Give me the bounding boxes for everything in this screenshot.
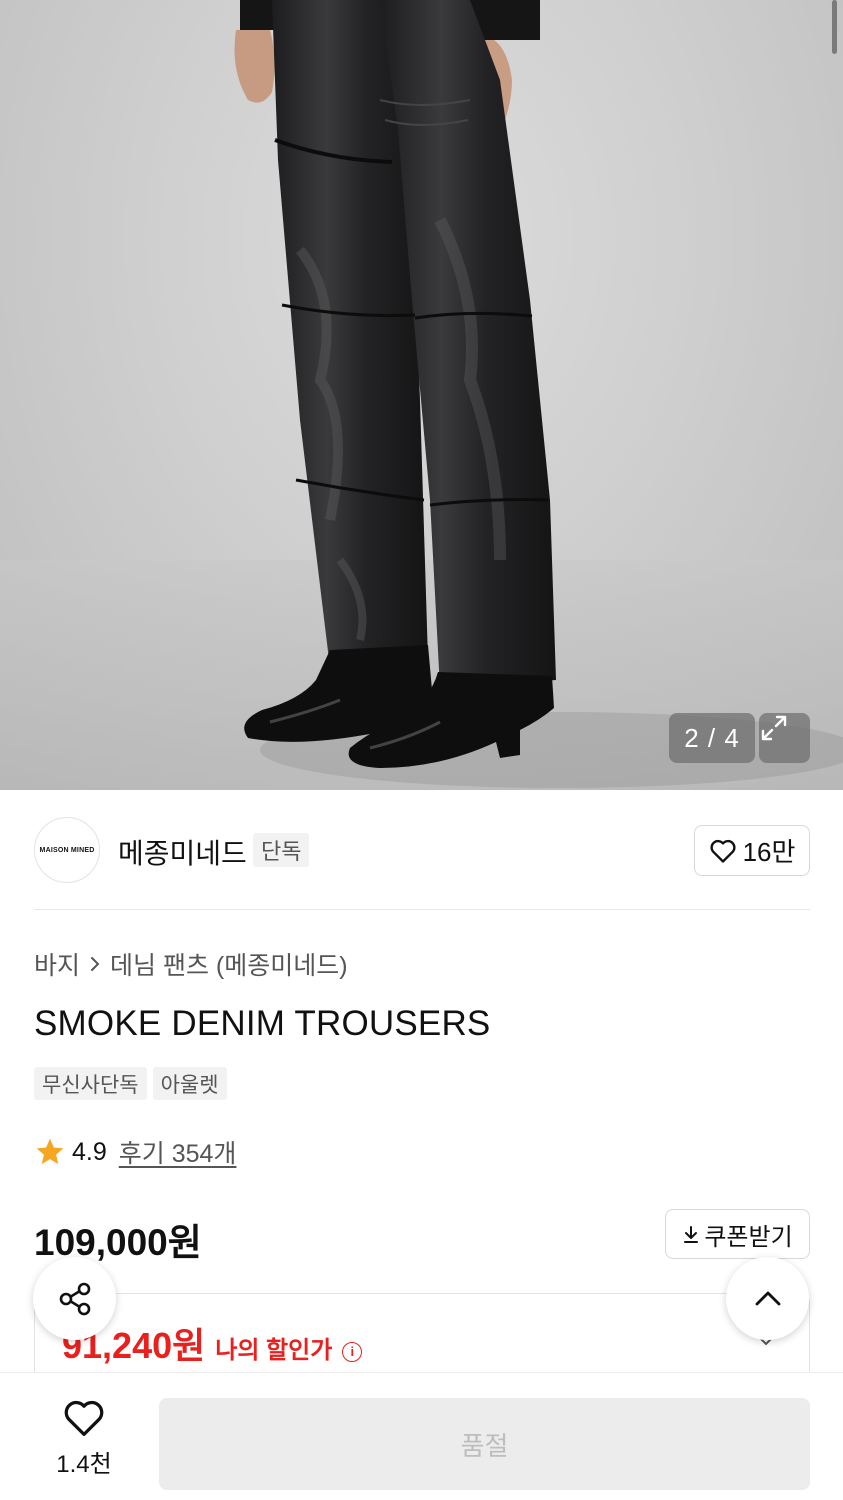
- wishlist-count: 1.4천: [56, 1451, 112, 1478]
- heart-icon: [710, 839, 736, 863]
- brand-exclusive-badge: 단독: [253, 833, 310, 867]
- product-image[interactable]: 2 / 4: [0, 0, 843, 790]
- rating-score: 4.9: [72, 1137, 107, 1166]
- scroll-indicator[interactable]: [832, 0, 837, 54]
- divider: [34, 909, 810, 910]
- rating: 4.9 후기 354개: [34, 1134, 236, 1170]
- sale-price-row: 91,240원 나의 할인가 i: [62, 1317, 363, 1369]
- review-link[interactable]: 후기 354개: [119, 1134, 237, 1170]
- download-icon: [684, 1226, 699, 1243]
- brand-logo-text: MAISON MINED: [39, 846, 95, 854]
- chevron-up-icon: [755, 1291, 780, 1305]
- brand-name[interactable]: 메종미네드: [118, 832, 247, 872]
- share-button[interactable]: [33, 1257, 116, 1340]
- product-title: SMOKE DENIM TROUSERS: [34, 1004, 491, 1043]
- product-tags: 무신사단독 아울렛: [34, 1067, 227, 1100]
- original-price: 109,000원: [34, 1222, 202, 1263]
- wishlist-button[interactable]: 1.4천: [34, 1398, 134, 1488]
- heart-icon: [64, 1400, 104, 1436]
- expand-button[interactable]: [759, 713, 810, 763]
- share-icon: [59, 1282, 90, 1315]
- coupon-label: 쿠폰받기: [704, 1223, 793, 1251]
- tag-outlet: 아울렛: [152, 1067, 227, 1100]
- brand-logo[interactable]: MAISON MINED: [34, 817, 100, 883]
- scroll-to-top-button[interactable]: [726, 1257, 809, 1340]
- breadcrumb-subcategory[interactable]: 데님 팬츠 (메종미네드): [110, 946, 348, 982]
- product-photo: [0, 0, 843, 790]
- brand-like-button[interactable]: 16만: [694, 825, 810, 876]
- brand-like-count: 16만: [742, 837, 796, 867]
- breadcrumb: 바지 데님 팬츠 (메종미네드): [34, 946, 348, 982]
- sale-label: 나의 할인가: [215, 1337, 333, 1364]
- info-icon[interactable]: i: [342, 1341, 363, 1362]
- image-counter: 2 / 4: [669, 713, 755, 763]
- sold-out-button[interactable]: 품절: [159, 1398, 810, 1490]
- chevron-right-icon: [91, 957, 100, 971]
- star-icon: [36, 1138, 64, 1164]
- tag-musinsa-exclusive: 무신사단독: [34, 1067, 147, 1100]
- expand-icon: [761, 715, 787, 741]
- coupon-button[interactable]: 쿠폰받기: [665, 1209, 810, 1259]
- breadcrumb-category[interactable]: 바지: [34, 946, 80, 982]
